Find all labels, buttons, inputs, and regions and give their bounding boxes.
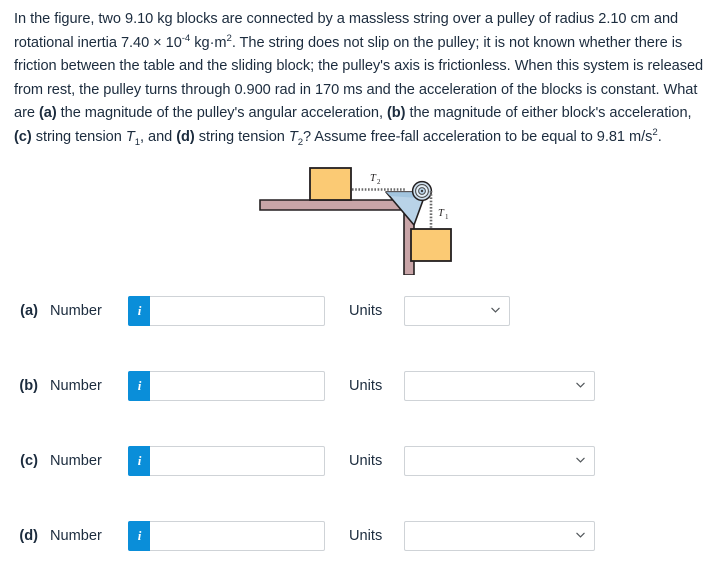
units-select-a[interactable] xyxy=(404,296,511,326)
tension-1-label: T 1 xyxy=(438,208,449,221)
info-icon-d[interactable]: i xyxy=(128,521,150,551)
info-icon-c[interactable]: i xyxy=(128,446,150,476)
units-select-b[interactable] xyxy=(404,371,596,401)
answer-row-b-tag: (b) xyxy=(19,378,38,394)
units-select-shell-a xyxy=(404,296,511,326)
problem-text-17: ? Assume free-fall acceleration to be eq… xyxy=(303,128,597,145)
problem-text-12: the magnitude of either block's accelera… xyxy=(405,105,692,121)
tension-2-label-text: T xyxy=(370,173,377,184)
inertia-unit: kg·m xyxy=(190,34,227,51)
physics-figure: T 2 T 1 xyxy=(248,163,478,275)
info-icon-b[interactable]: i xyxy=(128,371,150,401)
answer-row-c: (c) Number i Units xyxy=(0,444,596,478)
part-b-tag: (b) xyxy=(387,105,406,121)
units-select-shell-b xyxy=(404,371,596,401)
tension-2-symbol: T xyxy=(288,128,298,145)
answer-row-d-input-group: i xyxy=(128,521,325,551)
gravity-value: 9.81 m/s xyxy=(596,128,653,145)
answer-row-b-units-label: Units xyxy=(349,378,383,394)
number-input-d[interactable] xyxy=(150,521,325,551)
tension-2-label: T 2 xyxy=(370,173,381,186)
problem-text-2: blocks are connected by a massless strin… xyxy=(172,11,599,27)
problem-text-7: in xyxy=(295,81,315,98)
answer-row-d: (d) Number i Units xyxy=(0,519,596,553)
tension-1-symbol: T xyxy=(125,128,135,145)
time-value: 170 ms xyxy=(314,81,363,98)
sliding-block xyxy=(309,167,352,201)
mass-value: 9.10 kg xyxy=(125,11,173,27)
number-input-c[interactable] xyxy=(150,446,325,476)
tension-2-label-sub: 2 xyxy=(377,178,381,186)
units-select-shell-d xyxy=(404,521,596,551)
answer-row-c-tag: (c) xyxy=(20,453,38,469)
answer-row-d-units-label: Units xyxy=(349,528,383,544)
tension-1-label-text: T xyxy=(438,208,445,219)
units-select-d[interactable] xyxy=(404,521,596,551)
answer-row-a-units-label: Units xyxy=(349,303,383,319)
angle-value: 0.900 rad xyxy=(234,81,296,98)
problem-text-1: In the figure, two xyxy=(14,11,125,27)
answer-row-d-number-label: Number xyxy=(50,528,102,544)
problem-text-13: string tension xyxy=(31,128,126,145)
pulley-wheel xyxy=(411,180,433,202)
answer-row-b-number-label: Number xyxy=(50,378,102,394)
answer-row-c-units-label: Units xyxy=(349,453,383,469)
problem-text-18: . xyxy=(657,128,662,145)
radius-value: 2.10 cm xyxy=(598,11,650,27)
answer-row-d-tag: (d) xyxy=(19,528,38,544)
tension-1-label-sub: 1 xyxy=(445,213,449,221)
units-select-c[interactable] xyxy=(404,446,596,476)
inertia-exponent: -4 xyxy=(181,32,191,44)
inertia-mantissa: 7.40 × 10 xyxy=(120,34,182,51)
problem-statement: In the figure, two 9.10 kg blocks are co… xyxy=(14,8,708,149)
problem-text-14: , and xyxy=(140,128,177,145)
table xyxy=(259,199,415,275)
info-icon-a[interactable]: i xyxy=(128,296,150,326)
answer-row-a: (a) Number i Units xyxy=(0,294,511,328)
units-select-shell-c xyxy=(404,446,596,476)
answer-row-c-input-group: i xyxy=(128,446,325,476)
problem-text-8: and the xyxy=(362,81,415,98)
hanging-block xyxy=(410,228,452,262)
problem-text-16: tension xyxy=(238,128,289,145)
part-a-tag: (a) xyxy=(38,105,57,121)
answer-row-a-input-group: i xyxy=(128,296,325,326)
part-c-tag: (c) xyxy=(14,128,32,145)
answer-row-b: (b) Number i Units xyxy=(0,369,596,403)
answer-row-b-input-group: i xyxy=(128,371,325,401)
answer-row-a-number-label: Number xyxy=(50,303,102,319)
problem-text-10: the magnitude of the pulley's angular xyxy=(56,105,297,121)
answer-row-c-number-label: Number xyxy=(50,453,102,469)
answer-row-a-tag: (a) xyxy=(20,303,38,319)
problem-text-11: acceleration, xyxy=(300,105,387,121)
number-input-a[interactable] xyxy=(150,296,325,326)
part-d-tag: (d) xyxy=(176,128,195,145)
problem-text-15: string xyxy=(194,128,235,145)
number-input-b[interactable] xyxy=(150,371,325,401)
problem-text-4: . The string does not slip on the pulley… xyxy=(231,34,576,51)
